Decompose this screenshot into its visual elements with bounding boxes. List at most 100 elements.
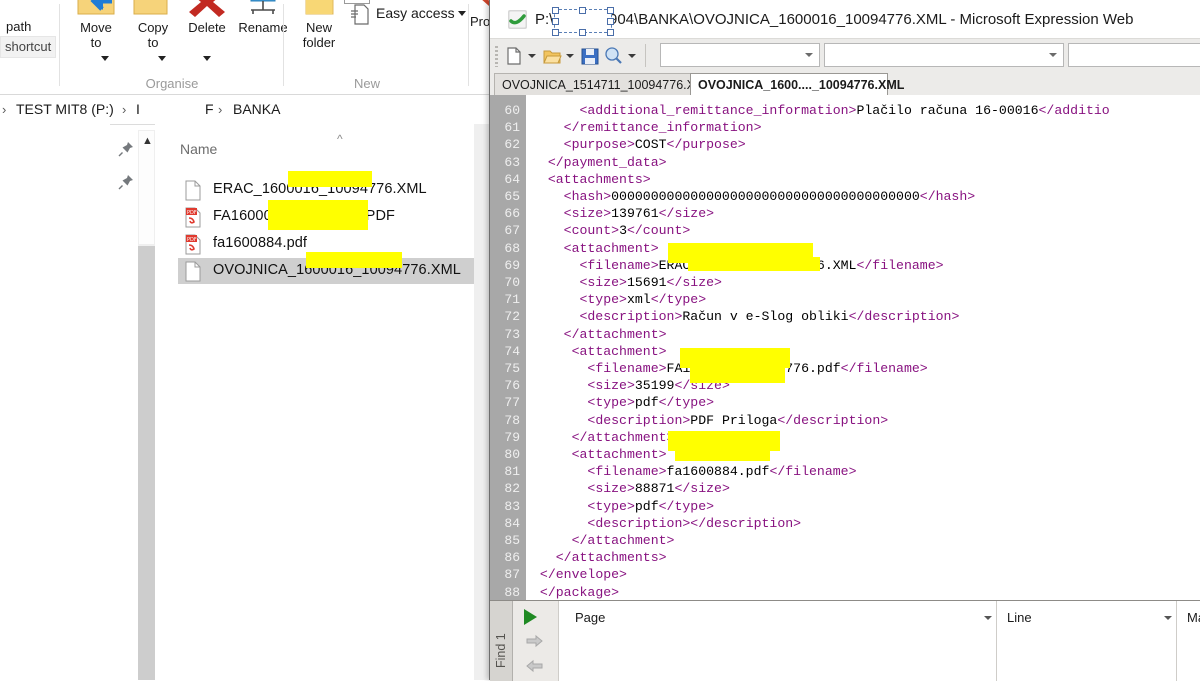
new-document-icon[interactable] [504,46,524,66]
find-button-column [513,601,559,681]
easy-access-button[interactable]: Easy access [350,2,466,26]
explorer-ribbon: path shortcut Move to Copy to Delete Ren… [0,0,490,95]
easy-access-icon [351,4,369,25]
redaction-handle [579,29,586,36]
chevron-down-icon[interactable] [805,53,813,57]
navigation-pane [0,124,133,680]
code-line[interactable]: <description>PDF Priloga</description> [532,413,888,428]
new-folder-button[interactable]: New folder [289,0,349,50]
scroll-up-chevron-icon[interactable]: ▲ [142,135,153,147]
delete-button[interactable]: Delete [178,0,236,35]
code-line[interactable]: <description></description> [532,516,801,531]
next-result-arrow-icon[interactable] [526,634,543,648]
column-header-match[interactable]: Matc [1187,610,1200,625]
xml-code-editor[interactable]: 60 61 62 63 64 65 66 67 68 69 70 71 72 73 74 75 76 77 78 79… [490,95,1200,600]
breadcrumb-item-redacted-1[interactable]: I [136,97,140,122]
new-folder-icon [305,0,334,15]
code-line[interactable]: <type>xml</type> [532,292,706,307]
move-to-button[interactable]: Move to [65,0,127,50]
highlight-marker [288,171,372,187]
code-line[interactable]: <description>Račun v e-Slog obliki</desc… [532,309,959,324]
code-line[interactable]: <purpose>COST</purpose> [532,137,746,152]
line-number: 69 [504,257,520,273]
column-header-page[interactable]: Page [575,610,605,625]
explorer-scrollbar[interactable]: ▲ [138,130,155,680]
code-line[interactable]: </attachment> [532,430,675,445]
code-line[interactable]: <attachment> [532,447,667,462]
breadcrumb-item-redacted-2[interactable]: F [205,97,214,122]
find-tab[interactable]: Find 1 [490,601,513,681]
pin-icon[interactable] [118,141,134,157]
column-header-name[interactable]: Name [180,141,217,157]
move-to-icon [77,0,115,15]
breadcrumb-chevron-1-icon: › [122,102,127,117]
code-line[interactable]: </attachment> [532,533,675,548]
previous-result-arrow-icon[interactable] [526,659,543,673]
code-line[interactable]: </attachments> [532,550,667,565]
copy-to-button[interactable]: Copy to [122,0,184,50]
ew-document-tabs: OVOJNICA_1514711_10094776.XML OVOJNICA_1… [490,73,1200,96]
page-chevron-down-icon[interactable] [984,616,992,620]
breadcrumb-item-drive[interactable]: TEST MIT8 (P:) [16,97,114,122]
code-line[interactable]: <type>pdf</type> [532,395,714,410]
code-line[interactable]: <size>139761</size> [532,206,714,221]
scrollbar-track[interactable] [138,246,155,680]
window-title-prefix: P:\ [535,11,554,28]
code-line[interactable]: <attachments> [532,172,651,187]
find-results-grid[interactable]: Page Line Matc [559,601,1200,681]
chevron-down-icon[interactable] [1049,53,1057,57]
breadcrumb-chevron-2-icon: › [218,102,223,117]
code-line[interactable]: </package> [532,585,619,600]
sort-ascending-icon[interactable]: ^ [337,132,343,146]
pin-icon[interactable] [118,174,134,190]
organise-group-label: Organise [145,76,199,91]
style-combo[interactable] [660,43,820,67]
code-line[interactable]: </remittance_information> [532,120,762,135]
rename-icon [250,0,276,14]
preview-in-browser-icon[interactable] [604,46,624,66]
ribbon-group-organise: Move to Copy to Delete Rename Organise [60,0,288,94]
run-find-play-icon[interactable] [524,609,537,625]
code-line[interactable]: <type>pdf</type> [532,499,714,514]
code-line[interactable]: <size>15691</size> [532,275,721,290]
code-line[interactable]: </payment_data> [532,155,667,170]
scrollbar-thumb[interactable]: ▲ [138,130,155,245]
column-header-line[interactable]: Line [1007,610,1032,625]
toolbar-grip[interactable] [495,46,498,67]
code-line[interactable]: <attachment> [532,241,659,256]
breadcrumb[interactable]: › TEST MIT8 (P:) › I F › BANKA [0,95,490,125]
line-number: 60 [504,103,520,118]
font-combo[interactable] [824,43,1064,67]
open-folder-icon[interactable] [542,46,562,66]
preview-chevron-down-icon[interactable] [628,54,636,58]
redaction-handle [579,7,586,14]
code-line[interactable]: <count>3</count> [532,223,691,238]
code-line[interactable]: <filename>fa1600884.pdf</filename> [532,464,856,479]
code-line[interactable]: <hash>0000000000000000000000000000000000… [532,189,976,204]
tab-ovojnica-1514711[interactable]: OVOJNICA_1514711_10094776.XML [494,73,712,95]
breadcrumb-item-banka[interactable]: BANKA [233,97,280,122]
line-number: 78 [504,412,520,428]
tab-ovojnica-1600016[interactable]: OVOJNICA_1600...._10094776.XML [690,73,904,95]
new-document-chevron-down-icon[interactable] [528,54,536,58]
save-icon[interactable] [580,46,600,66]
find-panel: Find 1 Page Line Matc [490,600,1200,681]
ribbon-group-new: New folder Easy access New [284,0,469,94]
move-to-chevron-down-icon[interactable] [101,56,109,61]
copy-path-label[interactable]: path [6,19,31,34]
code-line[interactable]: <additional_remittance_information>Plači… [532,103,1109,118]
code-line[interactable]: <size>88871</size> [532,481,729,496]
code-line[interactable]: </attachment> [532,327,667,342]
open-chevron-down-icon[interactable] [566,54,574,58]
code-line[interactable]: </envelope> [532,567,627,582]
svg-text:PDF: PDF [187,210,197,216]
code-line[interactable]: <attachment> [532,344,667,359]
paste-shortcut-button[interactable]: shortcut [0,36,56,58]
breadcrumb-redaction-mask [146,97,208,122]
breadcrumb-chevron-0-icon: › [2,102,7,117]
easy-access-chevron-down-icon[interactable] [458,11,466,16]
line-chevron-down-icon[interactable] [1164,616,1172,620]
copy-to-chevron-down-icon[interactable] [158,56,166,61]
delete-chevron-down-icon[interactable] [203,56,211,61]
size-combo[interactable] [1068,43,1200,67]
